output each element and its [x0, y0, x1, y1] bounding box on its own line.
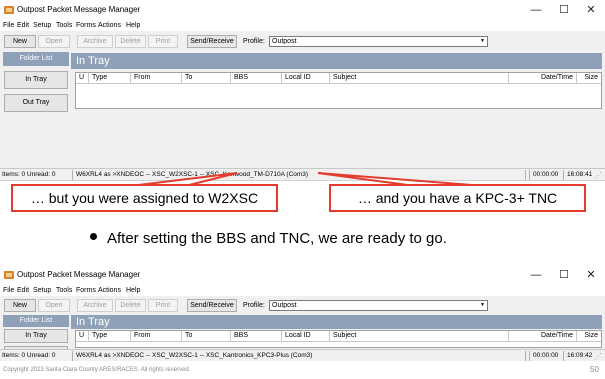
open-button[interactable]: Open: [38, 299, 70, 312]
menu-edit[interactable]: Edit: [17, 286, 29, 295]
copyright-notice: Copyright 2023 Santa Clara County ARES/R…: [3, 367, 191, 373]
resize-grip-icon[interactable]: ⋰: [594, 352, 603, 361]
profile-select[interactable]: Outpost ▼: [269, 300, 488, 311]
message-list[interactable]: U Type From To BBS Local ID Subject Date…: [75, 330, 602, 348]
status-bar: Items: 0 Unread: 0 W6XRL4 as >XNDEOC -- …: [0, 349, 605, 361]
callout-assigned-bbs: … but you were assigned to W2XSC: [11, 184, 278, 212]
col-subject[interactable]: Subject: [329, 331, 508, 341]
outpost-window-after: Outpost Packet Message Manager — ☐ ✕ Fil…: [0, 265, 605, 361]
menu-forms[interactable]: Forms: [76, 286, 96, 295]
col-to[interactable]: To: [181, 331, 230, 341]
col-type[interactable]: Type: [88, 331, 130, 341]
chevron-down-icon[interactable]: ▼: [478, 301, 487, 310]
archive-button[interactable]: Archive: [77, 299, 113, 312]
send-receive-button[interactable]: Send/Receive: [187, 299, 237, 312]
col-bbs[interactable]: BBS: [230, 331, 281, 341]
status-elapsed-time: 00:00:00: [529, 351, 563, 361]
new-button[interactable]: New: [4, 299, 36, 312]
col-from[interactable]: From: [130, 331, 181, 341]
menu-setup[interactable]: Setup: [33, 286, 51, 295]
title-bar: Outpost Packet Message Manager — ☐ ✕: [0, 265, 605, 285]
maximize-icon[interactable]: ☐: [550, 268, 578, 282]
folder-in-tray-button[interactable]: In Tray: [4, 329, 68, 343]
window-title: Outpost Packet Message Manager: [17, 270, 141, 279]
status-item-count: Items: 0 Unread: 0: [2, 352, 56, 359]
outpost-app-icon: [4, 271, 14, 279]
tray-title: In Tray: [71, 315, 602, 329]
profile-value: Outpost: [272, 302, 297, 309]
menu-bar: File Edit Setup Tools Forms Actions Help: [0, 285, 605, 296]
toolbar: New Open Archive Delete Print Send/Recei…: [0, 296, 605, 315]
col-unread[interactable]: U: [76, 331, 88, 341]
bullet-point: After setting the BBS and TNC, we are re…: [90, 229, 447, 249]
col-date-time[interactable]: Date/Time: [508, 331, 576, 341]
folder-list-panel: Folder List In Tray Out Tray: [3, 315, 69, 360]
page-number: 50: [590, 365, 599, 374]
bullet-text: After setting the BBS and TNC, we are re…: [107, 230, 447, 247]
menu-actions[interactable]: Actions: [98, 286, 121, 295]
folder-list-header: Folder List: [3, 315, 69, 327]
col-size[interactable]: Size: [576, 331, 601, 341]
col-local-id[interactable]: Local ID: [281, 331, 329, 341]
bullet-dot-icon: [90, 233, 97, 240]
profile-label: Profile:: [243, 302, 265, 309]
menu-help[interactable]: Help: [126, 286, 140, 295]
menu-tools[interactable]: Tools: [56, 286, 72, 295]
menu-file[interactable]: File: [3, 286, 14, 295]
status-connection-path: W6XRL4 as >XNDEOC -- XSC_W2XSC-1 -- XSC_…: [72, 351, 526, 361]
message-list-header: U Type From To BBS Local ID Subject Date…: [76, 331, 601, 342]
delete-button[interactable]: Delete: [115, 299, 146, 312]
close-icon[interactable]: ✕: [577, 268, 605, 282]
status-clock: 16:09:42: [563, 351, 593, 361]
minimize-icon[interactable]: —: [522, 268, 550, 282]
callout-tnc-type: … and you have a KPC-3+ TNC: [329, 184, 586, 212]
print-button[interactable]: Print: [148, 299, 178, 312]
